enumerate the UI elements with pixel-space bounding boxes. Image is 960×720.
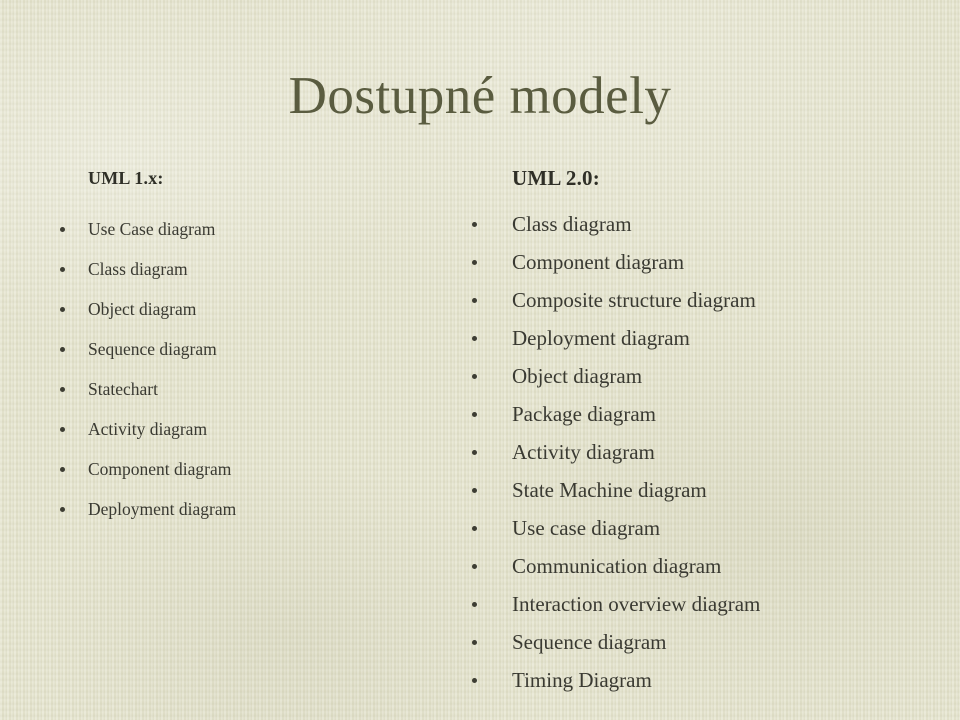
bullet-dot-icon — [60, 227, 65, 232]
list-item: Component diagram — [462, 243, 932, 281]
list-item: Component diagram — [60, 449, 390, 489]
list-item: Object diagram — [462, 357, 932, 395]
list-item-label: State Machine diagram — [512, 478, 707, 502]
list-item: Activity diagram — [60, 409, 390, 449]
list-item-label: Sequence diagram — [88, 339, 217, 359]
list-item-label: Use Case diagram — [88, 219, 216, 239]
uml1x-column: UML 1.x: Use Case diagram Class diagram Ob… — [60, 168, 390, 529]
bullet-dot-icon — [60, 387, 65, 392]
bullet-dot-icon — [472, 412, 477, 417]
list-item: Timing Diagram — [462, 661, 932, 699]
list-item-label: Class diagram — [88, 259, 188, 279]
uml20-column: UML 2.0: Class diagram Component diagram C… — [462, 166, 932, 699]
list-item: Sequence diagram — [462, 623, 932, 661]
list-item: Interaction overview diagram — [462, 585, 932, 623]
list-item: Use case diagram — [462, 509, 932, 547]
bullet-dot-icon — [60, 307, 65, 312]
bullet-dot-icon — [472, 602, 477, 607]
list-item: Class diagram — [60, 249, 390, 289]
slide-title: Dostupné modely — [288, 67, 672, 125]
list-item: Deployment diagram — [462, 319, 932, 357]
list-item-label: Deployment diagram — [88, 499, 237, 519]
list-item: Composite structure diagram — [462, 281, 932, 319]
uml1x-heading: UML 1.x: — [88, 168, 164, 188]
list-item: Communication diagram — [462, 547, 932, 585]
list-item-label: Activity diagram — [88, 419, 208, 439]
bullet-dot-icon — [472, 450, 477, 455]
list-item-label: Sequence diagram — [512, 630, 667, 654]
slide-canvas: Dostupné modely UML 1.x: Use Case diagra… — [0, 0, 960, 720]
bullet-dot-icon — [472, 526, 477, 531]
bullet-dot-icon — [472, 260, 477, 265]
list-item: Object diagram — [60, 289, 390, 329]
list-item: Class diagram — [462, 205, 932, 243]
bullet-dot-icon — [60, 427, 65, 432]
list-item-label: Interaction overview diagram — [512, 592, 761, 616]
bullet-dot-icon — [472, 488, 477, 493]
uml20-list: Class diagram Component diagram Composite … — [462, 205, 932, 699]
list-item-label: Statechart — [88, 379, 158, 399]
list-item: Activity diagram — [462, 433, 932, 471]
bullet-dot-icon — [472, 640, 477, 645]
bullet-dot-icon — [472, 678, 477, 683]
list-item-label: Use case diagram — [512, 516, 661, 540]
bullet-dot-icon — [60, 507, 65, 512]
list-item-label: Activity diagram — [512, 440, 655, 464]
list-item-label: Communication diagram — [512, 554, 722, 578]
list-item-label: Class diagram — [512, 212, 632, 236]
list-item-label: Object diagram — [512, 364, 643, 388]
list-item-label: Composite structure diagram — [512, 288, 756, 312]
list-item-label: Component diagram — [512, 250, 685, 274]
bullet-dot-icon — [472, 222, 477, 227]
bullet-dot-icon — [472, 564, 477, 569]
list-item-label: Timing Diagram — [512, 668, 652, 692]
list-item-label: Deployment diagram — [512, 326, 690, 350]
list-item: Deployment diagram — [60, 489, 390, 529]
bullet-dot-icon — [60, 267, 65, 272]
bullet-dot-icon — [472, 336, 477, 341]
list-item-label: Object diagram — [88, 299, 197, 319]
list-item-label: Package diagram — [512, 402, 657, 426]
bullet-dot-icon — [60, 467, 65, 472]
list-item: Use Case diagram — [60, 209, 390, 249]
list-item: Package diagram — [462, 395, 932, 433]
uml20-heading: UML 2.0: — [512, 166, 600, 190]
bullet-dot-icon — [472, 298, 477, 303]
bullet-dot-icon — [472, 374, 477, 379]
bullet-dot-icon — [60, 347, 65, 352]
list-item: Statechart — [60, 369, 390, 409]
list-item: State Machine diagram — [462, 471, 932, 509]
uml1x-list: Use Case diagram Class diagram Object diag… — [60, 209, 390, 529]
list-item-label: Component diagram — [88, 459, 232, 479]
list-item: Sequence diagram — [60, 329, 390, 369]
